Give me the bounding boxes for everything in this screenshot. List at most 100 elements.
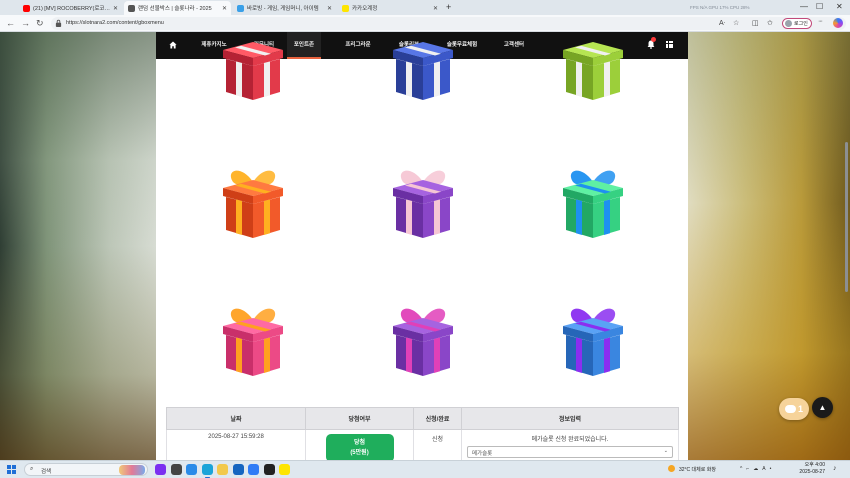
taskbar-app-icon[interactable] bbox=[279, 464, 290, 475]
avatar-icon bbox=[785, 20, 792, 27]
background-left-panel bbox=[0, 32, 156, 460]
row-status: 신청 bbox=[413, 429, 462, 460]
browser-tab-active[interactable]: 랜덤 선물박스 | 슬롯나라 - 2025 ✕ bbox=[124, 1, 231, 15]
system-tray: ^ ⌐ ☁ A • bbox=[740, 466, 771, 472]
gift-box[interactable] bbox=[551, 32, 635, 106]
search-highlight-illustration bbox=[119, 465, 145, 475]
weather-text[interactable]: 32°C 대체로 화창 bbox=[679, 466, 716, 473]
taskbar-app-icon[interactable] bbox=[232, 464, 244, 475]
weather-sun-icon[interactable] bbox=[668, 465, 675, 472]
row-win-cell: 당첨 (5만원) bbox=[305, 429, 414, 460]
clock-time: 오후 4:00 bbox=[804, 462, 825, 468]
taskbar-app-icon[interactable] bbox=[217, 464, 228, 475]
nav-item-free-ground[interactable]: 프리그라운 bbox=[338, 32, 378, 59]
row-info-cell: 메가슬롯 신청 완료되었습니다. 메가슬롯 ⌄ bbox=[461, 429, 679, 460]
search-icon: ⌕ bbox=[30, 466, 34, 472]
split-screen-icon[interactable]: ◫ bbox=[752, 19, 759, 27]
result-table: 날짜 당첨여부 신청/완료 정보입력 2025-08-27 15:59:28 당… bbox=[166, 407, 679, 460]
youtube-favicon bbox=[23, 4, 30, 12]
refresh-icon[interactable]: ↻ bbox=[36, 18, 44, 28]
copilot-icon[interactable] bbox=[833, 18, 843, 28]
notification-bell-icon[interactable] bbox=[647, 37, 656, 51]
close-window-button[interactable]: ✕ bbox=[836, 2, 843, 11]
minimize-button[interactable]: — bbox=[800, 2, 808, 11]
maximize-button[interactable]: ☐ bbox=[816, 2, 823, 11]
new-tab-button[interactable]: + bbox=[446, 2, 451, 12]
tab-title: 바로빙 - 게임, 게임머니, 아이템 bbox=[247, 6, 319, 12]
close-icon[interactable]: ✕ bbox=[324, 5, 332, 12]
win-detail: (5만원) bbox=[350, 450, 369, 456]
row-date: 2025-08-27 15:59:28 bbox=[166, 429, 306, 460]
tab-title: 랜덤 선물박스 | 슬롯나라 - 2025 bbox=[138, 6, 212, 12]
tab-title: (21) [MV] ROCOBERRY(로코베리) bbox=[33, 6, 110, 12]
taskbar-app-icon[interactable] bbox=[155, 464, 166, 475]
more-options-icon[interactable]: ··· bbox=[818, 18, 823, 25]
url-text: https://slotnara2.com/content/gboxmenu bbox=[66, 20, 164, 26]
login-label: 로그인 bbox=[794, 21, 808, 27]
app-grid-icon[interactable] bbox=[666, 41, 673, 48]
browser-tab-strip: (21) [MV] ROCOBERRY(로코베리) ✕ 랜덤 선물박스 | 슬롯… bbox=[0, 0, 850, 15]
taskbar-app-icon[interactable] bbox=[201, 464, 213, 478]
notification-icon[interactable]: ♪ bbox=[833, 465, 837, 472]
taskbar-app-icon[interactable] bbox=[263, 464, 275, 475]
table-row: 2025-08-27 15:59:28 당첨 (5만원) 신청 메가슬롯 신청 … bbox=[166, 429, 679, 460]
taskbar-app-icon[interactable] bbox=[248, 464, 259, 475]
search-placeholder: 검색 bbox=[41, 469, 52, 475]
gift-box[interactable] bbox=[381, 298, 465, 382]
browser-tab[interactable]: 바로빙 - 게임, 게임머니, 아이템 ✕ bbox=[233, 1, 336, 15]
close-icon[interactable]: ✕ bbox=[430, 5, 438, 12]
chat-count: 1 bbox=[797, 404, 803, 414]
win-label: 당첨 bbox=[353, 440, 366, 446]
tray-overflow-icon[interactable]: ^ bbox=[740, 466, 742, 472]
gift-box[interactable] bbox=[211, 160, 295, 244]
gift-box[interactable] bbox=[551, 298, 635, 382]
home-icon[interactable] bbox=[169, 41, 177, 49]
network-icon[interactable]: ⌐ bbox=[746, 466, 749, 472]
gift-box[interactable] bbox=[211, 298, 295, 382]
profile-login-button[interactable]: 로그인 bbox=[782, 18, 812, 29]
close-icon[interactable]: ✕ bbox=[219, 5, 227, 12]
info-select[interactable]: 메가슬롯 ⌄ bbox=[467, 446, 673, 458]
info-select-value: 메가슬롯 bbox=[472, 451, 493, 457]
taskbar-app-icon[interactable] bbox=[170, 464, 182, 475]
favorites-icon[interactable]: ✩ bbox=[767, 19, 773, 27]
windows-start-icon[interactable] bbox=[7, 465, 16, 474]
site-content: 제휴카지노 커뮤니티 포인트존 프리그라운 슬롯리뷰 슬롯무료체험 고객센터 날… bbox=[156, 32, 688, 460]
web-viewport: 제휴카지노 커뮤니티 포인트존 프리그라운 슬롯리뷰 슬롯무료체험 고객센터 날… bbox=[0, 32, 850, 460]
clock-date: 2025-08-27 bbox=[799, 469, 825, 475]
tab-title: 카카오계정 bbox=[352, 6, 378, 12]
column-header-win: 당첨여부 bbox=[305, 407, 414, 430]
kakao-favicon bbox=[342, 4, 349, 12]
lock-icon bbox=[55, 19, 62, 27]
address-bar[interactable]: https://slotnara2.com/content/gboxmenu A… bbox=[51, 17, 846, 30]
chevron-down-icon: ⌄ bbox=[663, 448, 668, 454]
read-aloud-icon[interactable]: Aᐧ bbox=[719, 19, 725, 27]
page-favicon bbox=[128, 4, 135, 12]
browser-tab[interactable]: 카카오계정 ✕ bbox=[338, 1, 442, 15]
page-scrollbar[interactable] bbox=[845, 142, 848, 292]
close-icon[interactable]: ✕ bbox=[110, 5, 118, 12]
system-monitor-overlay: FPS N/A GPU 17% CPU 28% bbox=[690, 5, 750, 10]
gift-box[interactable] bbox=[551, 160, 635, 244]
browser-tab[interactable]: (21) [MV] ROCOBERRY(로코베리) ✕ bbox=[19, 1, 122, 15]
taskbar-clock[interactable]: 오후 4:00 2025-08-27 bbox=[795, 462, 825, 476]
status-dot-icon[interactable]: • bbox=[770, 466, 772, 472]
favorite-star-icon[interactable]: ☆ bbox=[733, 19, 739, 27]
site-favicon bbox=[237, 4, 244, 12]
column-header-info: 정보입력 bbox=[461, 407, 679, 430]
nav-item-customer-center[interactable]: 고객센터 bbox=[497, 32, 531, 59]
input-method-icon[interactable]: A bbox=[762, 466, 765, 472]
onedrive-icon[interactable]: ☁ bbox=[753, 466, 758, 472]
gift-box[interactable] bbox=[381, 32, 465, 106]
column-header-status: 신청/완료 bbox=[413, 407, 462, 430]
taskbar-app-icon[interactable] bbox=[186, 464, 197, 475]
gift-box[interactable] bbox=[211, 32, 295, 106]
chat-button[interactable]: 1 bbox=[779, 398, 809, 420]
scroll-to-top-button[interactable]: ▲ bbox=[812, 397, 833, 418]
background-right-panel bbox=[688, 32, 850, 460]
notification-badge bbox=[651, 37, 656, 42]
back-icon[interactable]: ← bbox=[6, 18, 15, 28]
gift-box[interactable] bbox=[381, 160, 465, 244]
forward-icon[interactable]: → bbox=[21, 18, 30, 28]
taskbar-search-box[interactable]: ⌕ 검색 bbox=[24, 463, 148, 476]
